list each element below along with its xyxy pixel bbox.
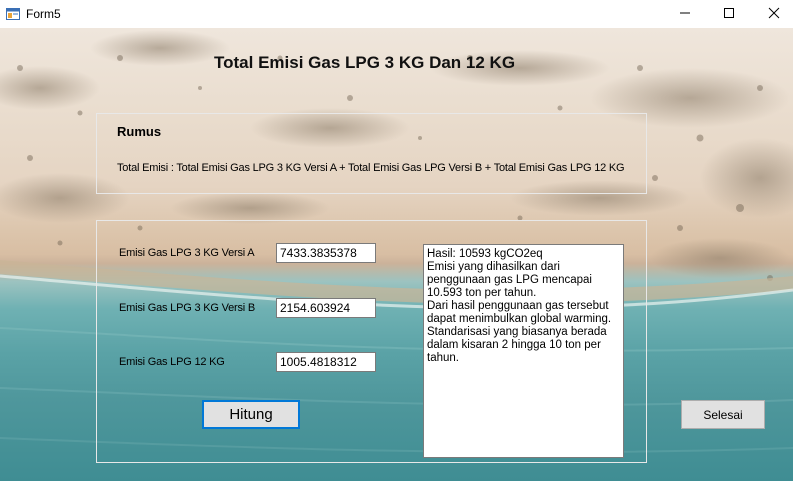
close-button[interactable] [751, 0, 793, 28]
window-titlebar[interactable]: Form5 [0, 0, 793, 28]
maximize-button[interactable] [706, 0, 752, 28]
rumus-title: Rumus [117, 124, 162, 139]
label-versi-a: Emisi Gas LPG 3 KG Versi A [119, 247, 255, 259]
lpg-12kg-input[interactable] [276, 352, 376, 372]
page-title: Total Emisi Gas LPG 3 KG Dan 12 KG [214, 53, 516, 72]
versi-a-input[interactable] [276, 243, 376, 263]
rumus-formula: Total Emisi : Total Emisi Gas LPG 3 KG V… [117, 162, 625, 174]
result-textarea[interactable]: Hasil: 10593 kgCO2eq Emisi yang dihasilk… [423, 244, 624, 458]
versi-b-input[interactable] [276, 298, 376, 318]
selesai-button[interactable]: Selesai [681, 400, 765, 429]
label-versi-b: Emisi Gas LPG 3 KG Versi B [119, 302, 256, 314]
app-icon [6, 7, 20, 21]
minimize-button[interactable] [662, 0, 708, 28]
close-icon [768, 7, 780, 22]
minimize-icon [679, 7, 691, 22]
window-title: Form5 [26, 7, 61, 21]
rumus-group [96, 113, 647, 194]
hitung-button[interactable]: Hitung [202, 400, 300, 429]
label-12kg: Emisi Gas LPG 12 KG [119, 356, 225, 368]
maximize-icon [723, 7, 735, 22]
